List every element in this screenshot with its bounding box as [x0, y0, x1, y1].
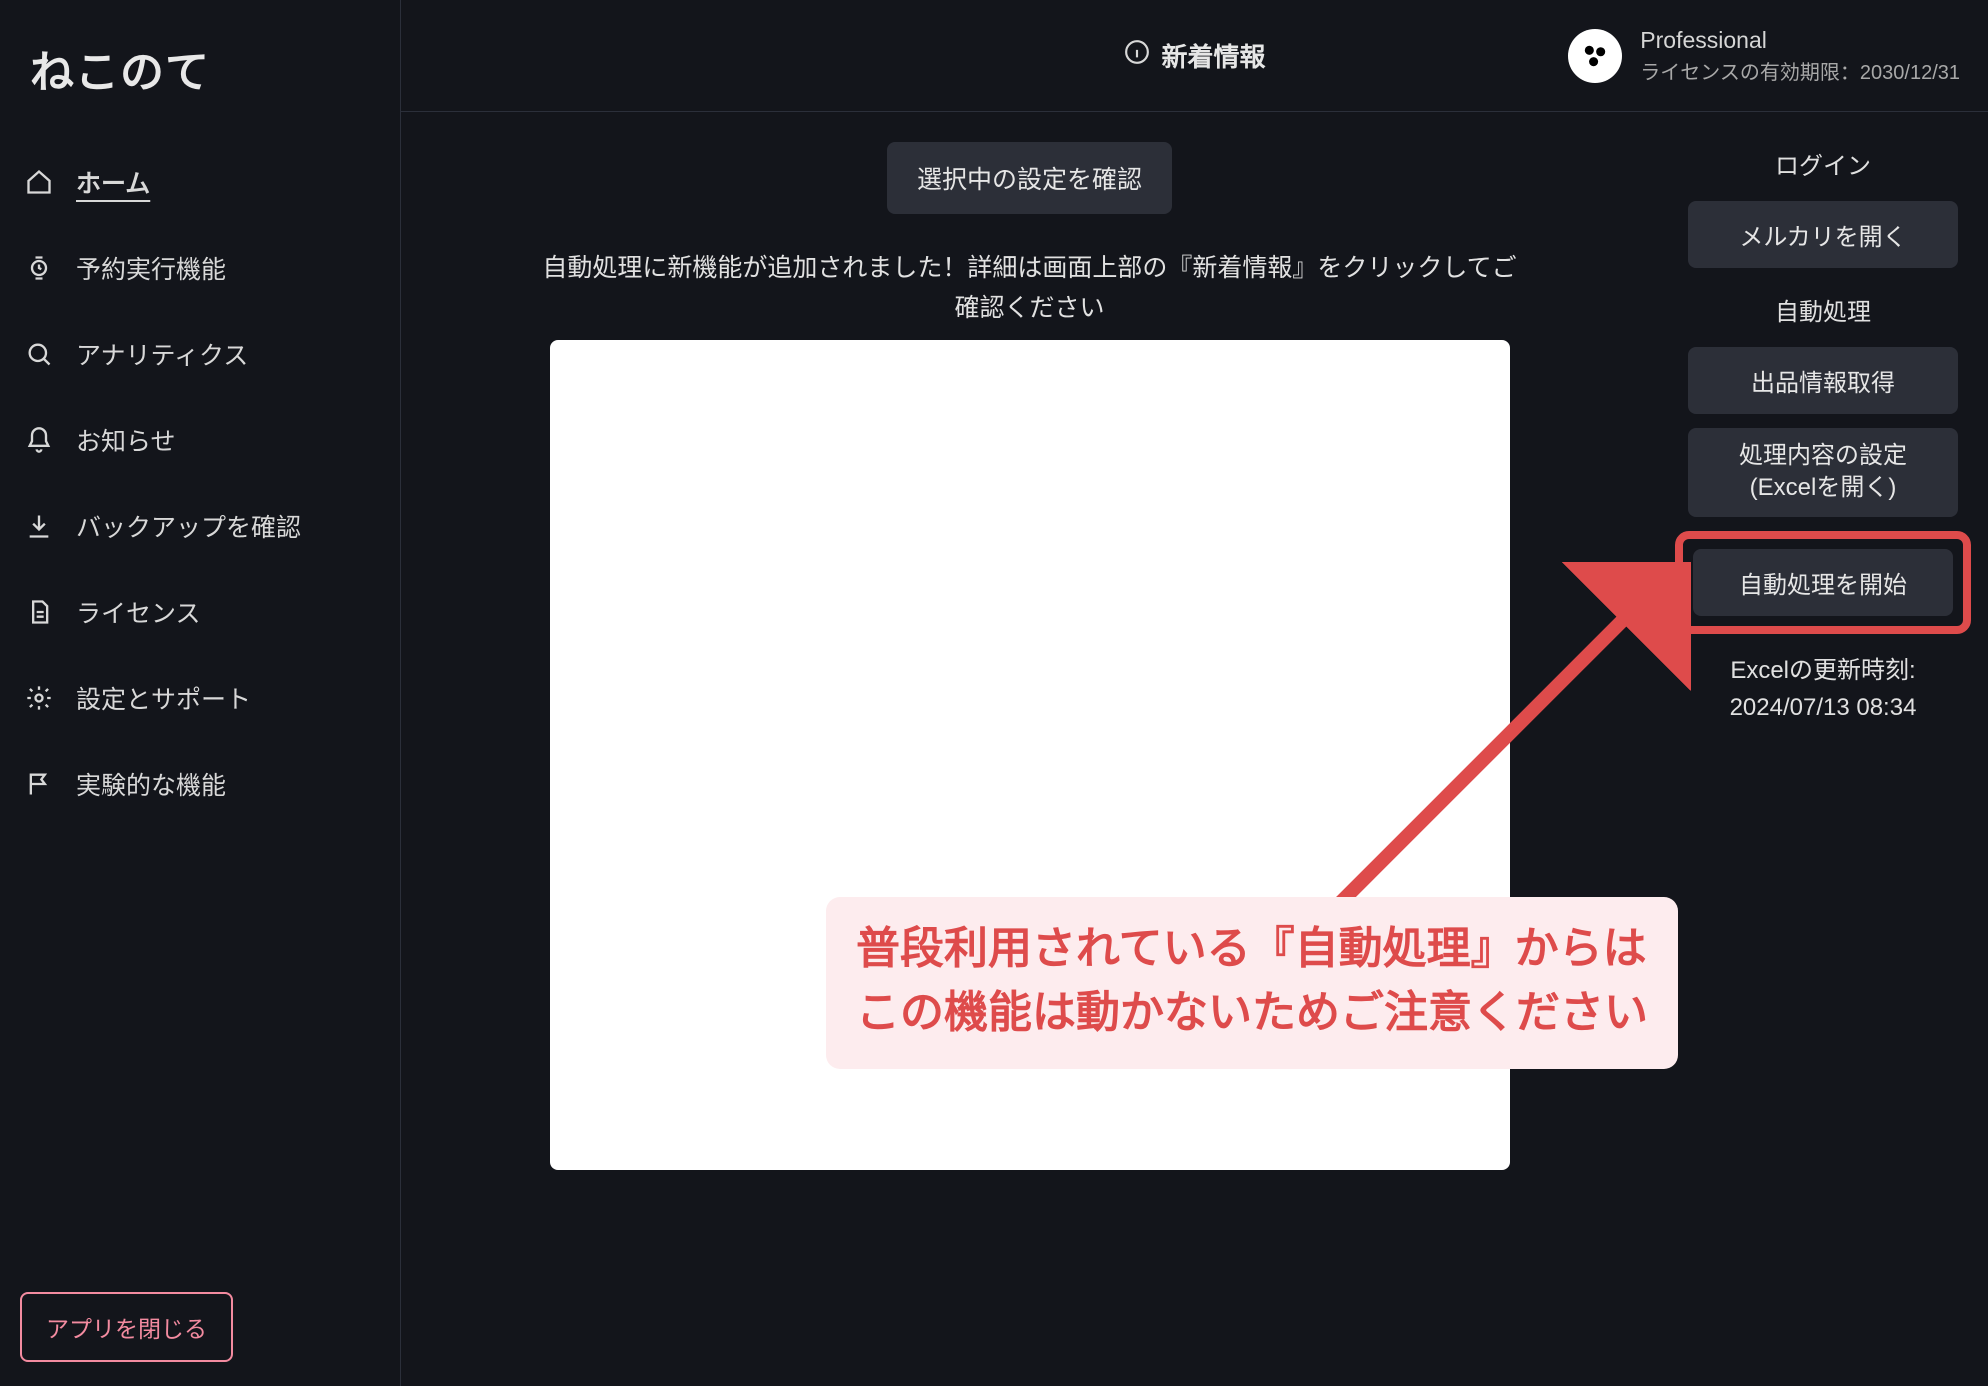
sidebar-item-label: ホーム [76, 164, 150, 200]
sidebar-item-label: 予約実行機能 [76, 250, 226, 286]
news-label: 新着情報 [1161, 37, 1265, 74]
news-link[interactable]: 新着情報 [1123, 37, 1265, 74]
sidebar-footer: アプリを閉じる [20, 1276, 380, 1362]
annotation-line1: 普段利用されている『自動処理』からは [856, 917, 1648, 981]
sidebar-item-backup[interactable]: バックアップを確認 [20, 502, 380, 550]
process-settings-line2: (Excelを開く) [1750, 474, 1897, 501]
sidebar-item-scheduled[interactable]: 予約実行機能 [20, 244, 380, 292]
sidebar-item-notifications[interactable]: お知らせ [20, 416, 380, 464]
main-area: 選択中の設定を確認 自動処理に新機能が追加されました！詳細は画面上部の『新着情報… [401, 112, 1988, 1386]
license-tier: Professional [1640, 27, 1960, 54]
content-area: 新着情報 Professional ライセンスの有効期限：2030/12/31 … [400, 0, 1988, 1386]
sidebar-item-label: アナリティクス [76, 336, 248, 372]
sidebar-item-license[interactable]: ライセンス [20, 588, 380, 636]
notice-text: 自動処理に新機能が追加されました！詳細は画面上部の『新着情報』をクリックしてご確… [540, 248, 1520, 328]
start-auto-process-button[interactable]: 自動処理を開始 [1693, 549, 1953, 616]
confirm-settings-button[interactable]: 選択中の設定を確認 [887, 142, 1172, 214]
topbar-right: Professional ライセンスの有効期限：2030/12/31 [1568, 27, 1960, 85]
close-app-button[interactable]: アプリを閉じる [20, 1292, 233, 1362]
sidebar-nav: ホーム 予約実行機能 アナリティクス お知らせ バックアップを確認 [20, 158, 380, 808]
highlight-box: 自動処理を開始 [1675, 531, 1971, 634]
sidebar-item-label: ライセンス [76, 594, 201, 630]
info-icon [1123, 39, 1149, 72]
sidebar-item-label: バックアップを確認 [76, 508, 301, 544]
excel-time-label: Excelの更新時刻: [1730, 657, 1915, 684]
annotation-line2: この機能は動かないためご注意ください [856, 981, 1648, 1045]
center-column: 選択中の設定を確認 自動処理に新機能が追加されました！詳細は画面上部の『新着情報… [401, 112, 1658, 1386]
sidebar: ねこのて ホーム 予約実行機能 アナリティクス お知らせ [0, 0, 400, 1386]
sidebar-item-label: お知らせ [76, 422, 176, 458]
sidebar-item-label: 実験的な機能 [76, 766, 226, 802]
license-info: Professional ライセンスの有効期限：2030/12/31 [1640, 27, 1960, 85]
login-section-label: ログイン [1775, 136, 1871, 187]
download-icon [24, 511, 54, 541]
search-icon [24, 339, 54, 369]
process-settings-line1: 処理内容の設定 [1739, 442, 1907, 469]
right-panel: ログイン メルカリを開く 自動処理 出品情報取得 処理内容の設定 (Excelを… [1658, 112, 1988, 1386]
avatar[interactable] [1568, 29, 1622, 83]
open-mercari-button[interactable]: メルカリを開く [1688, 201, 1958, 268]
excel-update-time: Excelの更新時刻: 2024/07/13 08:34 [1730, 652, 1917, 726]
auto-process-label: 自動処理 [1775, 282, 1871, 333]
bell-icon [24, 425, 54, 455]
app-logo: ねこのて [20, 28, 380, 130]
sidebar-item-experimental[interactable]: 実験的な機能 [20, 760, 380, 808]
sidebar-item-home[interactable]: ホーム [20, 158, 380, 206]
process-settings-button[interactable]: 処理内容の設定 (Excelを開く) [1688, 428, 1958, 517]
excel-time-value: 2024/07/13 08:34 [1730, 694, 1917, 721]
watch-icon [24, 253, 54, 283]
gear-icon [24, 683, 54, 713]
sidebar-item-label: 設定とサポート [76, 680, 251, 716]
home-icon [24, 167, 54, 197]
sidebar-item-settings[interactable]: 設定とサポート [20, 674, 380, 722]
annotation-callout: 普段利用されている『自動処理』からは この機能は動かないためご注意ください [826, 897, 1678, 1069]
fetch-listing-button[interactable]: 出品情報取得 [1688, 347, 1958, 414]
topbar: 新着情報 Professional ライセンスの有効期限：2030/12/31 [401, 0, 1988, 112]
license-expiry: ライセンスの有効期限：2030/12/31 [1640, 56, 1960, 85]
flag-icon [24, 769, 54, 799]
sidebar-item-analytics[interactable]: アナリティクス [20, 330, 380, 378]
document-icon [24, 597, 54, 627]
